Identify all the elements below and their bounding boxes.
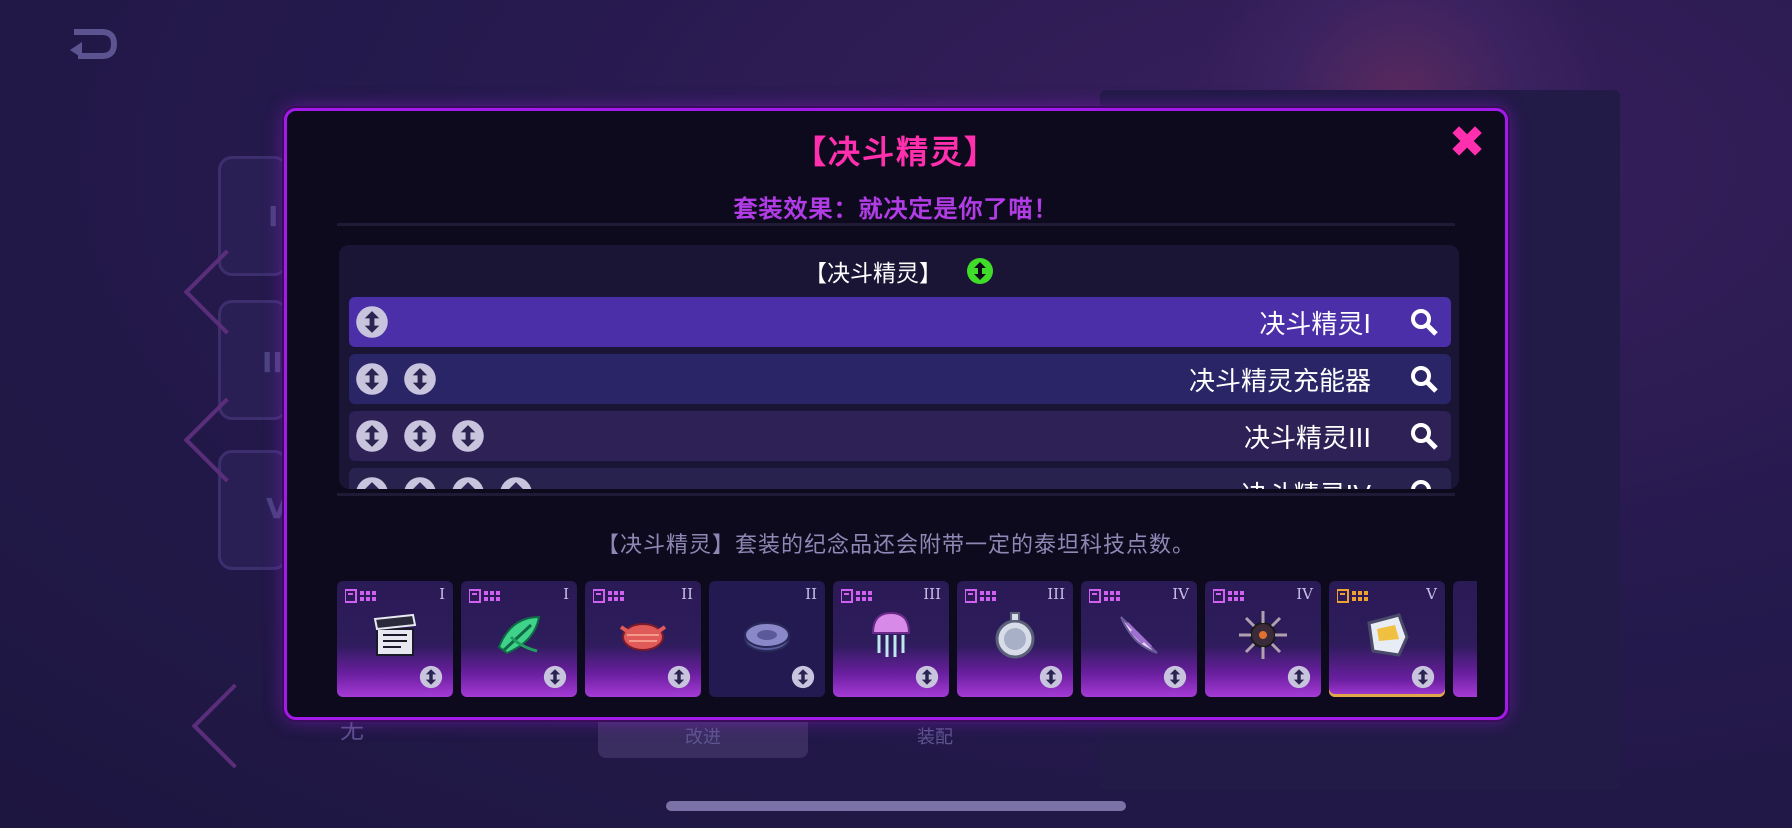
tech-points-badge-icon [593,589,624,603]
tier-row-4[interactable]: 决斗精灵IV [349,468,1451,489]
background-roman-label: II [262,346,283,379]
chip-icon [356,477,388,489]
spiky-mine-icon [1239,611,1287,659]
tech-points-badge-icon [841,589,872,603]
tech-points-badge-icon [469,589,500,603]
chip-icon [1039,665,1063,689]
souvenir-item-card[interactable]: III [833,581,949,697]
chip-icon [667,665,691,689]
chip-icon [452,420,484,452]
item-tier-label: IV [1296,585,1313,603]
home-indicator[interactable] [666,801,1126,811]
item-tier-label: II [805,585,817,603]
souvenir-item-card[interactable]: IV [1205,581,1321,697]
background-arrow-left [191,683,277,769]
tier-label: 决斗精灵I [1259,309,1371,340]
seashell-icon [1120,616,1158,654]
tier-row-2[interactable]: 决斗精灵充能器 [349,354,1451,404]
tier-row-3[interactable]: 决斗精灵III [349,411,1451,461]
back-icon[interactable] [64,24,120,64]
leaf-icon [497,615,541,655]
souvenir-item-card[interactable]: I [461,581,577,697]
chip-icon [356,420,388,452]
chip-icon [500,477,532,489]
pocket-watch-icon [995,612,1035,659]
set-detail-modal: 【决斗精灵】 ✖ 套装效果：就决定是你了喵！ 【决斗精灵】 决斗精灵I 决斗精灵… [284,108,1508,720]
souvenir-item-card[interactable]: II [709,581,825,697]
chip-icon [419,665,443,689]
search-icon[interactable] [1409,478,1439,489]
tech-points-badge-icon [1337,589,1368,603]
search-icon[interactable] [1409,421,1439,451]
item-tier-label: I [439,585,445,603]
tier-list-header-label: 【决斗精灵】 [804,261,942,287]
tier-chips [349,305,389,339]
divider [337,223,1455,226]
chip-icon [356,363,388,395]
modal-title: 【决斗精灵】 [793,133,998,171]
chip-icon [543,665,567,689]
chip-icon [404,477,436,489]
souvenir-item-card[interactable]: III [957,581,1073,697]
red-crab-icon [619,623,667,651]
item-tier-label: II [681,585,693,603]
tier-label: 决斗精灵III [1243,423,1371,454]
clapperboard-icon [373,613,417,656]
souvenir-item-card[interactable] [1453,581,1477,697]
tech-points-badge-icon [1089,589,1120,603]
armor-gauntlet-icon [1367,613,1409,657]
souvenir-item-strip[interactable]: I I II II III III IV IV V [337,581,1477,699]
search-icon[interactable] [1409,307,1439,337]
tier-label: 决斗精灵充能器 [1188,366,1371,397]
chip-icon [452,477,484,489]
disc-icon [744,622,790,652]
tier-chips [349,362,437,396]
chip-icon [404,420,436,452]
background-upgrade-button: 改进 [598,714,808,758]
divider [337,493,1455,496]
item-tier-label: IV [1172,585,1189,603]
item-tier-label: III [923,585,941,603]
item-tier-label: V [1426,585,1437,603]
chip-icon [356,306,388,338]
background-equip-button: 装配 [917,727,953,748]
tech-points-badge-icon [965,589,996,603]
set-effect-text: 套装效果：就决定是你了喵！ [733,195,1059,223]
tech-points-badge-icon [1213,589,1244,603]
chip-icon [1163,665,1187,689]
tier-label: 决斗精灵IV [1242,475,1371,490]
green-chip-icon [967,258,993,284]
souvenir-item-card[interactable]: IV [1081,581,1197,697]
tier-row-1[interactable]: 决斗精灵I [349,297,1451,347]
chip-icon [915,665,939,689]
search-icon[interactable] [1409,364,1439,394]
set-description: 【决斗精灵】套装的纪念品还会附带一定的泰坦科技点数。 [596,533,1195,558]
close-button[interactable]: ✖ [1445,121,1489,165]
chip-icon [1287,665,1311,689]
chip-icon [791,665,815,689]
jellyfish-icon [871,611,911,657]
souvenir-item-card[interactable]: II [585,581,701,697]
chip-icon [404,363,436,395]
item-tier-label: III [1047,585,1065,603]
tier-chips [349,419,485,453]
tech-points-badge-icon [345,589,376,603]
souvenir-item-card[interactable]: V [1329,581,1445,697]
background-roman-label: I [268,200,279,233]
souvenir-item-card[interactable]: I [337,581,453,697]
item-tier-label: I [563,585,569,603]
tier-chips [349,476,533,489]
chip-icon [1411,665,1435,689]
tier-list-panel[interactable]: 【决斗精灵】 决斗精灵I 决斗精灵充能器 决斗精灵III [339,245,1459,489]
tier-list-header: 【决斗精灵】 [339,253,1459,289]
